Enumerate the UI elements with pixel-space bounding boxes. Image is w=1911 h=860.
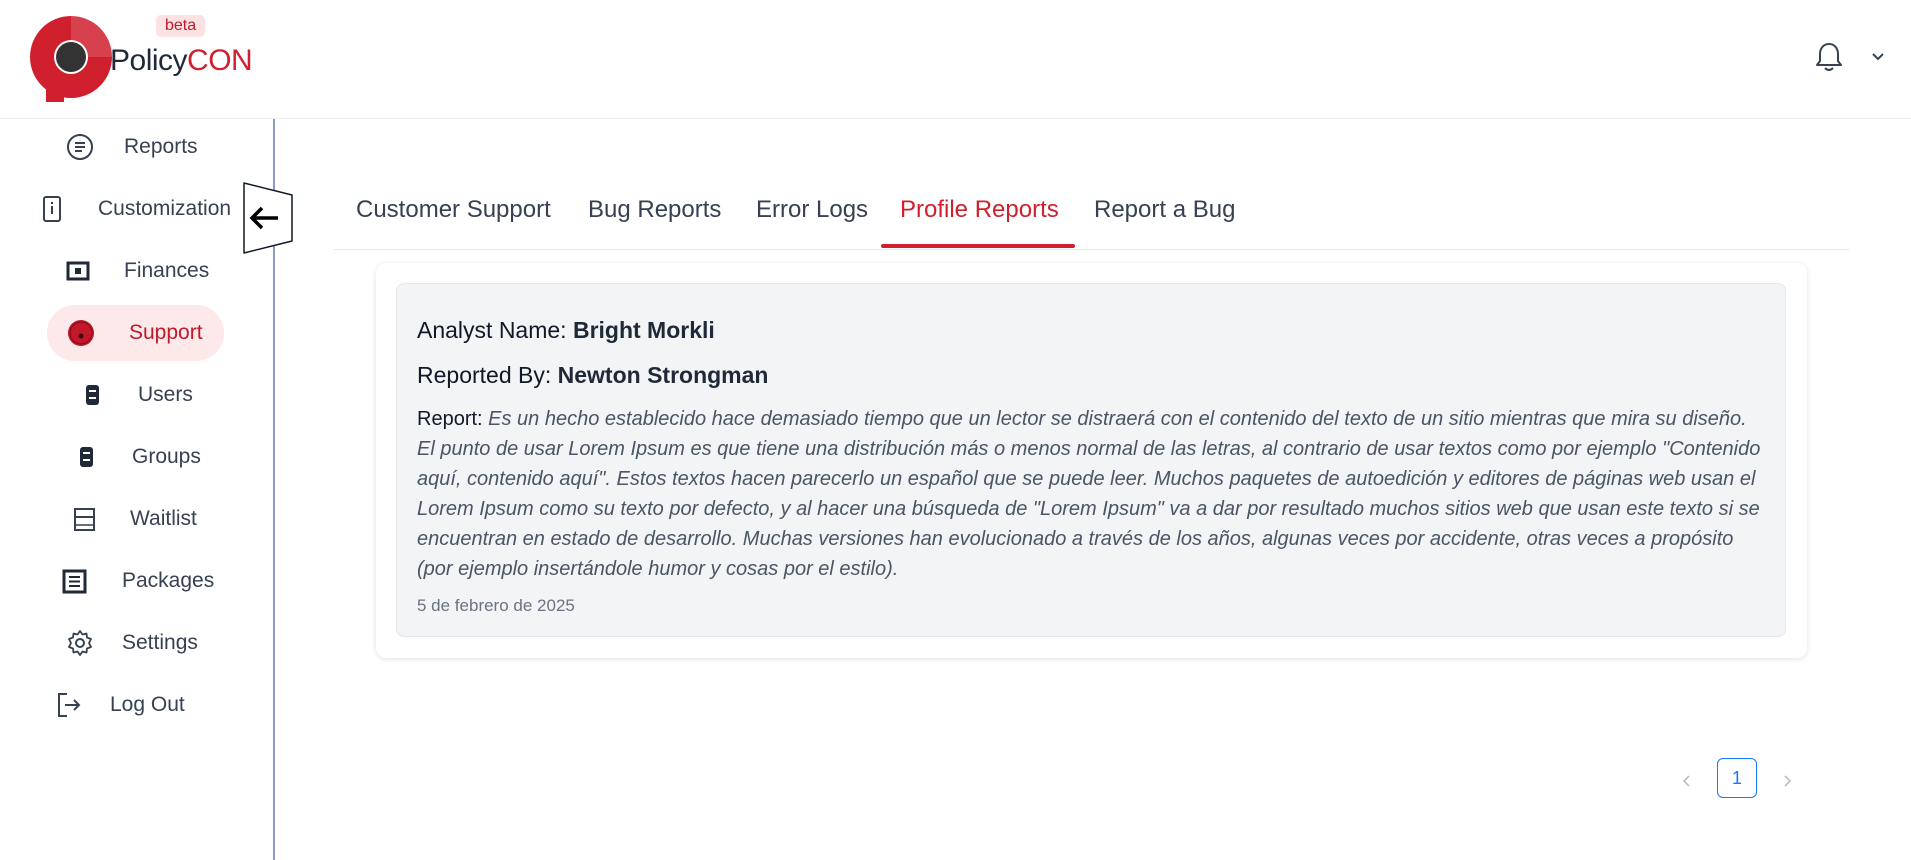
brand-name-part1: Policy <box>110 44 188 77</box>
beta-badge: beta <box>156 15 206 37</box>
list-circle-icon <box>64 131 96 163</box>
waitlist-panel-icon <box>68 503 100 535</box>
chevron-left-icon[interactable] <box>1678 772 1696 790</box>
report-text: Es un hecho establecido hace demasiado t… <box>417 408 1761 580</box>
tab-error-logs[interactable]: Error Logs <box>756 196 868 250</box>
logout-icon <box>52 689 84 721</box>
phone-device-icon <box>36 193 68 225</box>
sidebar-item-label: Settings <box>122 631 198 654</box>
sidebar-item-customization[interactable]: Customization <box>36 181 231 237</box>
users-block-icon <box>76 379 108 411</box>
sidebar: Reports Customization Finances Support U… <box>0 119 275 860</box>
analyst-label: Analyst Name: <box>417 317 567 343</box>
policycon-logo-icon <box>30 16 112 102</box>
sidebar-item-users[interactable]: Users <box>76 367 193 423</box>
sidebar-item-label: Reports <box>124 135 198 158</box>
analyst-name: Bright Morkli <box>572 317 715 343</box>
groups-block-icon <box>70 441 102 473</box>
sidebar-item-groups[interactable]: Groups <box>70 429 201 485</box>
analyst-row: Analyst Name: Bright Morkli <box>417 317 715 344</box>
collapse-sidebar-button[interactable] <box>242 181 294 255</box>
bell-icon[interactable] <box>1814 41 1844 73</box>
brand-name-part2: CON <box>187 44 253 77</box>
sidebar-item-label: Groups <box>132 445 201 468</box>
gear-icon <box>64 627 96 659</box>
report-card: Analyst Name: Bright Morkli Reported By:… <box>376 263 1807 658</box>
packages-list-icon <box>58 565 90 597</box>
report-card-content: Analyst Name: Bright Morkli Reported By:… <box>396 283 1786 637</box>
sidebar-item-waitlist[interactable]: Waitlist <box>68 491 197 547</box>
sidebar-item-logout[interactable]: Log Out <box>52 677 185 733</box>
reported-by-name: Newton Strongman <box>557 362 769 388</box>
sidebar-item-finances[interactable]: Finances <box>62 243 209 299</box>
reported-by-label: Reported By: <box>417 362 552 388</box>
sidebar-item-label: Finances <box>124 259 210 282</box>
top-header: PolicyCON beta <box>0 0 1911 119</box>
tab-bug-reports[interactable]: Bug Reports <box>588 196 721 250</box>
tab-profile-reports[interactable]: Profile Reports <box>900 196 1059 250</box>
sidebar-item-reports[interactable]: Reports <box>64 119 198 175</box>
report-date: 5 de febrero de 2025 <box>417 596 575 615</box>
reported-by-row: Reported By: Newton Strongman <box>417 362 768 389</box>
pagination-page-current[interactable]: 1 <box>1717 758 1757 798</box>
sidebar-item-packages[interactable]: Packages <box>58 553 214 609</box>
report-label: Report: <box>417 408 483 430</box>
sidebar-item-support[interactable]: Support <box>47 305 224 361</box>
tab-bar: Customer Support Bug Reports Error Logs … <box>334 186 1849 250</box>
sidebar-item-label: Waitlist <box>130 507 197 530</box>
sidebar-item-label: Users <box>138 383 193 406</box>
sidebar-item-label: Support <box>129 321 203 344</box>
active-tab-indicator <box>881 244 1075 248</box>
support-dot-icon <box>65 317 97 349</box>
chevron-down-icon[interactable] <box>1870 48 1886 64</box>
tab-report-a-bug[interactable]: Report a Bug <box>1094 196 1235 250</box>
sidebar-item-label: Log Out <box>110 693 185 716</box>
finance-square-icon <box>62 255 94 287</box>
sidebar-item-label: Packages <box>122 569 215 592</box>
brand-logo[interactable]: PolicyCON beta <box>26 12 253 104</box>
sidebar-item-label: Customization <box>98 197 232 220</box>
chevron-right-icon[interactable] <box>1778 772 1796 790</box>
brand-name: PolicyCON <box>110 44 253 78</box>
report-body: Report: Es un hecho establecido hace dem… <box>417 404 1767 584</box>
sidebar-item-settings[interactable]: Settings <box>64 615 198 671</box>
tab-customer-support[interactable]: Customer Support <box>356 196 551 250</box>
